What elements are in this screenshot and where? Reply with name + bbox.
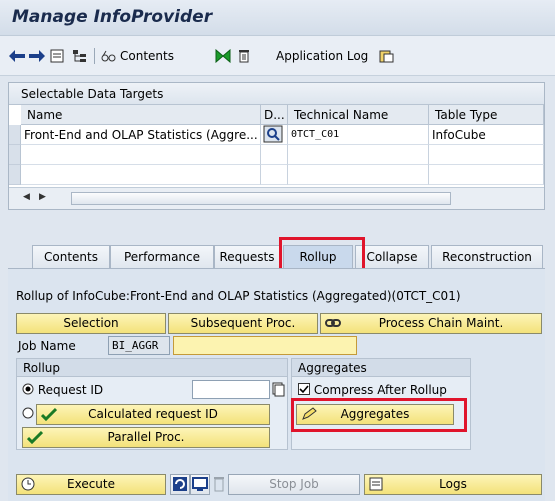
horizontal-scrollbar[interactable]: ◀ ▶: [9, 187, 544, 209]
value-help-icon[interactable]: [271, 381, 285, 400]
rollup-info-text: Rollup of InfoCube:Front-End and OLAP St…: [16, 289, 461, 303]
empty-cell: [21, 165, 261, 185]
aggregates-group-title: Aggregates: [292, 359, 470, 377]
execute-label: Execute: [67, 477, 115, 491]
checkbox-checked-icon: [298, 383, 310, 395]
empty-cell: [261, 165, 288, 185]
forward-arrow-icon[interactable]: [28, 46, 46, 66]
row-selector[interactable]: [9, 125, 21, 145]
monitor-icon[interactable]: [190, 474, 210, 495]
tab-requests[interactable]: Requests: [214, 245, 280, 269]
request-id-input[interactable]: [192, 380, 270, 399]
compress-checkbox[interactable]: Compress After Rollup: [298, 381, 447, 399]
tab-contents[interactable]: Contents: [32, 245, 110, 269]
stop-job-button[interactable]: Stop Job: [228, 474, 360, 495]
empty-cell: [21, 145, 261, 165]
radio-selected-icon: [22, 383, 34, 395]
checkmark-icon: [26, 430, 44, 450]
hierarchy-icon[interactable]: [72, 46, 88, 66]
row-selector[interactable]: [9, 145, 21, 165]
rollup-group-title: Rollup: [17, 359, 287, 377]
list-icon[interactable]: [50, 46, 64, 66]
tab-collapse[interactable]: Collapse: [355, 245, 429, 269]
calculated-request-button[interactable]: Calculated request ID: [36, 404, 270, 425]
empty-cell: [288, 145, 429, 165]
logs-button[interactable]: Logs: [364, 474, 542, 495]
log-icon: [369, 477, 383, 497]
details-icon[interactable]: [261, 125, 288, 145]
tab-performance[interactable]: Performance: [110, 245, 214, 269]
empty-cell: [288, 165, 429, 185]
empty-cell: [429, 145, 544, 165]
checkmark-icon: [40, 407, 58, 427]
column-header-table-type[interactable]: Table Type: [429, 105, 544, 125]
data-targets-table: Selectable Data Targets Name D... Techni…: [8, 82, 545, 210]
clipboard-icon[interactable]: [378, 46, 394, 66]
scrollbar-thumb[interactable]: [71, 192, 451, 205]
calculated-request-label: Calculated request ID: [88, 407, 218, 421]
window-title: Manage InfoProvider: [12, 7, 213, 27]
column-header-technical-name[interactable]: Technical Name: [288, 105, 429, 125]
refresh-icon[interactable]: [170, 474, 190, 495]
chain-link-icon: [325, 316, 341, 336]
empty-cell: [429, 165, 544, 185]
job-name-input[interactable]: [173, 336, 357, 355]
trash-icon[interactable]: [238, 46, 250, 66]
parallel-proc-button[interactable]: Parallel Proc.: [22, 427, 270, 448]
cell-table-type: InfoCube: [429, 125, 544, 145]
contents-button[interactable]: Contents: [101, 46, 174, 66]
request-id-label: Request ID: [37, 383, 104, 397]
job-name-field[interactable]: BI_AGGR: [108, 336, 170, 355]
cell-name: Front-End and OLAP Statistics (Aggre...: [21, 125, 261, 145]
subsequent-proc-button[interactable]: Subsequent Proc.: [168, 313, 318, 334]
application-log-label: Application Log: [276, 49, 369, 63]
compress-label: Compress After Rollup: [313, 383, 447, 397]
row-selector[interactable]: [9, 165, 21, 185]
empty-cell: [261, 145, 288, 165]
delete-icon[interactable]: [212, 474, 226, 497]
parallel-proc-label: Parallel Proc.: [107, 430, 185, 444]
back-arrow-icon[interactable]: [8, 46, 26, 66]
process-chain-button[interactable]: Process Chain Maint.: [320, 313, 542, 334]
tab-reconstruction[interactable]: Reconstruction: [431, 245, 543, 269]
aggregates-button-highlight: [291, 398, 467, 432]
selection-button[interactable]: Selection: [16, 313, 166, 334]
process-chain-label: Process Chain Maint.: [378, 316, 504, 330]
contents-label: Contents: [120, 49, 174, 63]
application-log-button[interactable]: Application Log: [276, 46, 368, 66]
scroll-right-icon[interactable]: ▶: [39, 192, 46, 202]
clock-icon: [21, 477, 35, 497]
flip-icon[interactable]: [215, 46, 231, 66]
data-targets-title: Selectable Data Targets: [9, 83, 544, 105]
column-header-d[interactable]: D...: [261, 105, 288, 125]
calculated-request-radio[interactable]: [22, 407, 34, 422]
logs-label: Logs: [439, 477, 467, 491]
cell-technical-name: 0TCT_C01: [288, 125, 429, 145]
column-header-name[interactable]: Name: [21, 105, 261, 125]
job-name-label: Job Name: [18, 339, 76, 353]
title-bar: Manage InfoProvider: [0, 0, 555, 36]
scroll-left-icon[interactable]: ◀: [23, 192, 30, 202]
glasses-icon: [101, 50, 116, 62]
toolbar: Contents Application Log: [0, 36, 555, 76]
execute-button[interactable]: Execute: [16, 474, 166, 495]
request-id-radio[interactable]: Request ID: [22, 381, 103, 399]
